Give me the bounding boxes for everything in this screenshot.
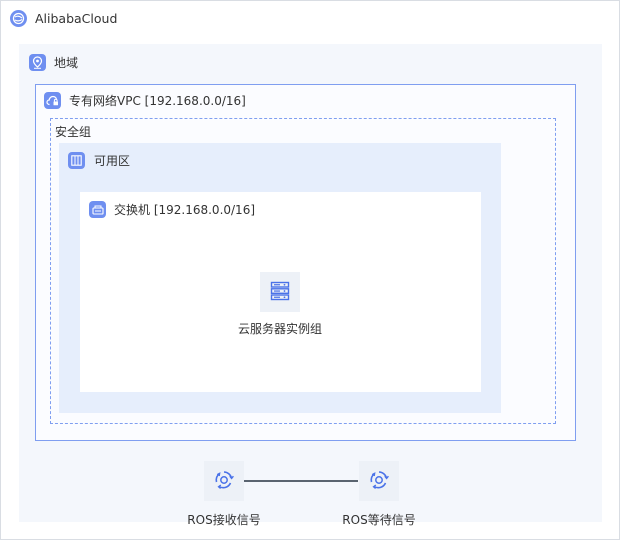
region-label: 地域	[54, 56, 79, 70]
vpc-label: 专有网络VPC [192.168.0.0/16]	[69, 94, 246, 108]
ros-wait-label: ROS等待信号	[342, 513, 416, 527]
security-group-container: 安全组 可用区 交换机 [192.168.0.0/16] 云服务器实例组	[50, 118, 556, 424]
ecs-group-label: 云服务器实例组	[237, 322, 322, 336]
ros-receive-label: ROS接收信号	[187, 513, 261, 527]
ros-wait-box[interactable]	[359, 461, 399, 501]
vpc-header: 专有网络VPC [192.168.0.0/16]	[44, 92, 246, 109]
vswitch-container: 交换机 [192.168.0.0/16] 云服务器实例组	[80, 192, 481, 392]
zone-container: 可用区 交换机 [192.168.0.0/16] 云服务器实例组	[59, 143, 501, 413]
alibaba-cloud-icon	[10, 9, 27, 27]
zone-header: 可用区	[68, 152, 130, 169]
region-header: 地域	[29, 54, 78, 71]
location-pin-icon	[29, 54, 46, 71]
zone-label: 可用区	[94, 154, 131, 168]
ros-receive-signal-node[interactable]: ROS接收信号	[164, 461, 284, 528]
alibaba-cloud-header: AlibabaCloud	[10, 9, 117, 27]
ecs-instance-group[interactable]: 云服务器实例组	[228, 272, 332, 337]
vswitch-label: 交换机 [192.168.0.0/16]	[114, 203, 256, 217]
ros-wait-signal-node[interactable]: ROS等待信号	[319, 461, 439, 528]
ecs-node[interactable]	[260, 272, 300, 312]
region-container: 地域 专有网络VPC [192.168.0.0/16] 安全组 可用区 交换机 …	[19, 44, 602, 522]
vswitch-header: 交换机 [192.168.0.0/16]	[89, 201, 255, 218]
ros-receive-box[interactable]	[204, 461, 244, 501]
ros-cycle-icon	[213, 469, 235, 494]
grid-icon	[68, 152, 85, 169]
switch-icon	[89, 201, 106, 218]
security-group-label: 安全组	[55, 125, 92, 139]
cloud-lock-icon	[44, 92, 61, 109]
ros-cycle-icon	[368, 469, 390, 494]
server-icon	[270, 281, 290, 304]
cloud-title: AlibabaCloud	[35, 10, 118, 26]
vpc-container: 专有网络VPC [192.168.0.0/16] 安全组 可用区 交换机 [19…	[35, 84, 576, 441]
architecture-diagram: AlibabaCloud 地域 专有网络VPC [192.168.0.0/16]…	[0, 0, 620, 540]
